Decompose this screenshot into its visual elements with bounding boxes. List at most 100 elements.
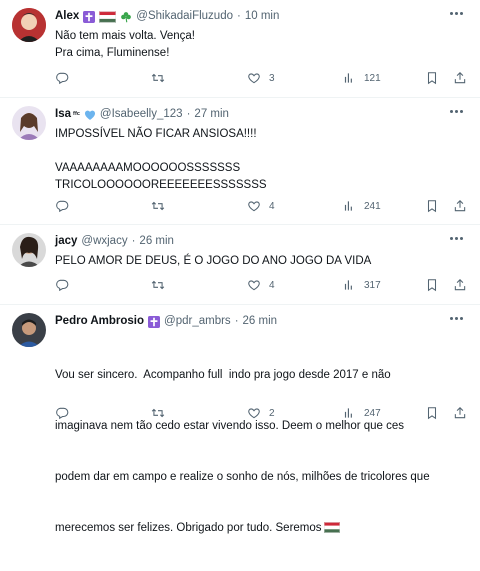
tweet-text: Vou ser sincero. Acompanho full indo pra… (55, 333, 465, 571)
bookmark-button[interactable] (425, 70, 439, 86)
like-count: 4 (269, 279, 275, 291)
views-button[interactable]: 247 (342, 405, 381, 421)
display-name[interactable]: Isa (55, 107, 71, 122)
avatar[interactable] (12, 8, 46, 42)
retweet-icon (151, 199, 165, 213)
display-name[interactable]: jacy (55, 234, 77, 249)
reply-icon (55, 199, 69, 213)
like-button[interactable]: 3 (247, 70, 275, 86)
view-count: 247 (364, 407, 381, 419)
views-icon (342, 406, 356, 420)
reply-icon (55, 71, 69, 85)
blue-heart-emoji-icon (84, 109, 96, 121)
views-icon (342, 278, 356, 292)
hungary-flag-emoji-icon (324, 522, 340, 533)
display-name[interactable]: Pedro Ambrosio (55, 314, 144, 329)
tweet-text: Não tem mais volta. Vença! Pra cima, Flu… (55, 28, 465, 62)
reply-button[interactable] (55, 198, 77, 214)
separator: · (234, 315, 239, 327)
bookmark-icon (425, 71, 439, 85)
cross-emoji-icon (83, 11, 95, 23)
cross-emoji-icon (148, 316, 160, 328)
retweet-button[interactable] (151, 198, 173, 214)
tweet-line: PELO AMOR DE DEUS, É O JOGO DO ANO JOGO … (55, 255, 372, 267)
retweet-button[interactable] (151, 277, 173, 293)
tweet-card[interactable]: jacy @wxjacy · 26 min PELO AMOR DE DEUS,… (0, 225, 480, 305)
timestamp[interactable]: 10 min (245, 9, 280, 24)
retweet-icon (151, 71, 165, 85)
tweet-card[interactable]: Alex @ShikadaiFluzudo · 10 min Não tem m… (0, 0, 480, 98)
bookmark-button[interactable] (425, 405, 439, 421)
views-icon (342, 71, 356, 85)
share-icon (453, 71, 467, 85)
reply-icon (55, 278, 69, 292)
tweet-header: jacy @wxjacy · 26 min (55, 234, 174, 249)
handle[interactable]: @Isabeelly_123 (100, 107, 183, 122)
reply-icon (55, 406, 69, 420)
view-count: 121 (364, 72, 381, 84)
tweet-line: Pra cima, Fluminense! (55, 47, 170, 59)
share-button[interactable] (453, 405, 467, 421)
share-icon (453, 199, 467, 213)
view-count: 317 (364, 279, 381, 291)
like-count: 4 (269, 200, 275, 212)
share-icon (453, 406, 467, 420)
bookmark-button[interactable] (425, 277, 439, 293)
display-name[interactable]: Alex (55, 9, 79, 24)
timestamp[interactable]: 26 min (243, 314, 278, 329)
like-button[interactable]: 2 (247, 405, 275, 421)
separator: · (186, 108, 191, 120)
more-options-icon[interactable] (450, 237, 464, 241)
views-button[interactable]: 317 (342, 277, 381, 293)
share-button[interactable] (453, 198, 467, 214)
tweet-actions: 4 241 (55, 198, 465, 214)
handle[interactable]: @ShikadaiFluzudo (136, 9, 233, 24)
share-icon (453, 278, 467, 292)
share-button[interactable] (453, 277, 467, 293)
views-icon (342, 199, 356, 213)
retweet-icon (151, 406, 165, 420)
avatar[interactable] (12, 233, 46, 267)
tweet-card[interactable]: Pedro Ambrosio @pdr_ambrs · 26 min Vou s… (0, 305, 480, 534)
tweet-line: Não tem mais volta. Vença! (55, 30, 195, 42)
like-count: 3 (269, 72, 275, 84)
tweet-actions: 4 317 (55, 277, 465, 293)
reply-button[interactable] (55, 405, 77, 421)
tweet-line: podem dar em campo e realize o sonho de … (55, 471, 430, 483)
tweet-text: PELO AMOR DE DEUS, É O JOGO DO ANO JOGO … (55, 253, 465, 270)
timestamp[interactable]: 27 min (194, 107, 229, 122)
like-count: 2 (269, 407, 275, 419)
like-icon (247, 199, 261, 213)
views-button[interactable]: 121 (342, 70, 381, 86)
bookmark-icon (425, 199, 439, 213)
handle[interactable]: @wxjacy (81, 234, 127, 249)
like-icon (247, 71, 261, 85)
view-count: 241 (364, 200, 381, 212)
reply-button[interactable] (55, 277, 77, 293)
like-icon (247, 406, 261, 420)
tweet-actions: 2 247 (55, 405, 465, 421)
views-button[interactable]: 241 (342, 198, 381, 214)
avatar[interactable] (12, 313, 46, 347)
retweet-button[interactable] (151, 70, 173, 86)
tweet-text: IMPOSSÍVEL NÃO FICAR ANSIOSA!!!! VAAAAAA… (55, 126, 465, 194)
avatar[interactable] (12, 106, 46, 140)
timestamp[interactable]: 26 min (139, 234, 174, 249)
more-options-icon[interactable] (450, 12, 464, 16)
separator: · (237, 10, 241, 22)
reply-button[interactable] (55, 70, 77, 86)
tweet-line: merecemos ser felizes. Obrigado por tudo… (55, 520, 465, 537)
separator: · (131, 235, 136, 247)
like-button[interactable]: 4 (247, 198, 275, 214)
like-button[interactable]: 4 (247, 277, 275, 293)
share-button[interactable] (453, 70, 467, 86)
more-options-icon[interactable] (450, 317, 464, 321)
handle[interactable]: @pdr_ambrs (164, 314, 231, 329)
bookmark-button[interactable] (425, 198, 439, 214)
retweet-button[interactable] (151, 405, 173, 421)
tweet-header: Pedro Ambrosio @pdr_ambrs · 26 min (55, 314, 277, 329)
shamrock-emoji-icon (120, 11, 132, 23)
tweet-card[interactable]: Isa ᶠᶠᶜ @Isabeelly_123 · 27 min IMPOSSÍV… (0, 98, 480, 225)
tweet-actions: 3 121 (55, 70, 465, 86)
more-options-icon[interactable] (450, 110, 464, 114)
